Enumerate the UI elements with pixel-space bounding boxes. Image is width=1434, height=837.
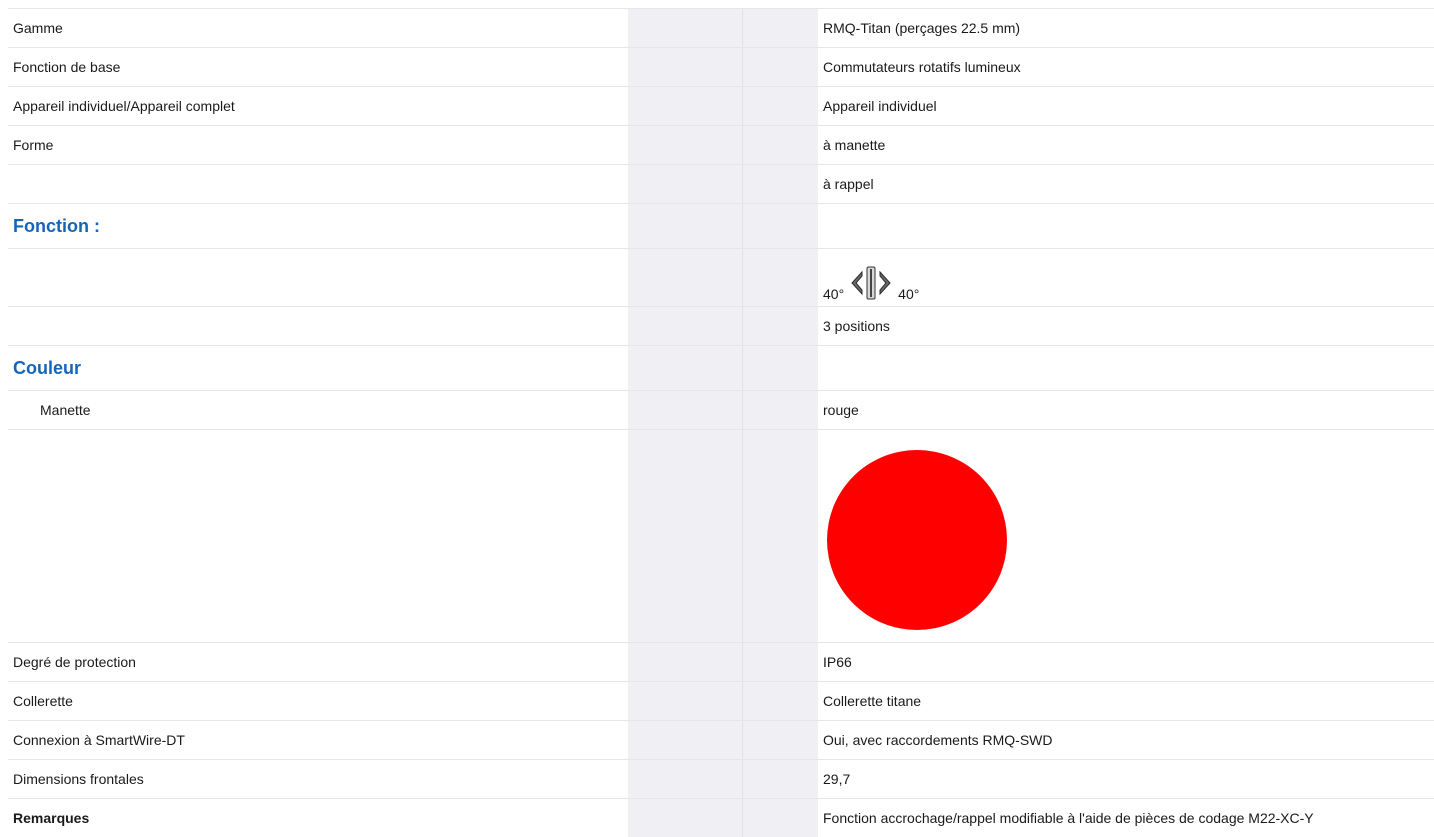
shade-cell (628, 87, 742, 125)
row-label: Appareil individuel/Appareil complet (13, 98, 235, 114)
shade-cell (628, 126, 742, 164)
shade-cell (628, 682, 742, 720)
row-value: 3 positions (823, 318, 890, 334)
shade-cell (628, 643, 742, 681)
row-label: Forme (13, 137, 54, 153)
shade-cell (628, 9, 742, 47)
row-label: Connexion à SmartWire-DT (13, 732, 185, 748)
shade-cell (742, 165, 818, 203)
shade-cell (628, 799, 742, 837)
section-heading: Fonction : (13, 215, 100, 236)
shade-cell (742, 249, 818, 306)
shade-cell (742, 48, 818, 86)
shade-cell (742, 346, 818, 390)
shade-cell (742, 430, 818, 642)
shade-cell (628, 760, 742, 798)
table-row: Connexion à SmartWire-DT Oui, avec racco… (8, 721, 1434, 760)
shade-cell (628, 48, 742, 86)
rotary-switch-return-icon (851, 266, 891, 299)
left-angle: 40° (823, 285, 845, 302)
row-label: Gamme (13, 20, 63, 36)
row-label: Manette (40, 402, 91, 418)
shade-cell (628, 165, 742, 203)
shade-cell (742, 643, 818, 681)
shade-cell (742, 721, 818, 759)
shade-cell (628, 307, 742, 345)
table-row: Remarques Fonction accrochage/rappel mod… (8, 799, 1434, 837)
row-label (8, 307, 628, 345)
row-value (818, 346, 1434, 390)
color-swatch (827, 450, 1007, 630)
shade-cell (628, 391, 742, 429)
section-heading: Couleur (13, 357, 82, 378)
table-row: 40° 40° (8, 249, 1434, 307)
table-row: Degré de protection IP66 (8, 643, 1434, 682)
row-label: Collerette (13, 693, 73, 709)
section-row-couleur: Couleur (8, 346, 1434, 391)
shade-cell (742, 204, 818, 248)
rotation-symbol: 40° 40° (823, 255, 919, 301)
row-value: 29,7 (823, 771, 851, 787)
row-value: à rappel (823, 176, 874, 192)
row-label: Remarques (13, 810, 90, 826)
shade-cell (628, 204, 742, 248)
row-value: Appareil individuel (823, 98, 937, 114)
right-angle: 40° (898, 285, 920, 302)
row-label (8, 249, 628, 306)
section-row-fonction: Fonction : (8, 204, 1434, 249)
shade-cell (742, 307, 818, 345)
table-row: Gamme RMQ-Titan (perçages 22.5 mm) (8, 8, 1434, 48)
spec-table: Gamme RMQ-Titan (perçages 22.5 mm) Fonct… (8, 8, 1434, 837)
shade-cell (742, 126, 818, 164)
row-value (818, 430, 1434, 642)
shade-cell (742, 682, 818, 720)
shade-cell (742, 391, 818, 429)
row-value: à manette (823, 137, 886, 153)
table-row: 3 positions (8, 307, 1434, 346)
shade-cell (628, 249, 742, 306)
shade-cell (628, 346, 742, 390)
row-label (8, 165, 628, 203)
table-row: Appareil individuel/Appareil complet App… (8, 87, 1434, 126)
row-value: Fonction accrochage/rappel modifiable à … (823, 810, 1314, 826)
table-row: Dimensions frontales 29,7 (8, 760, 1434, 799)
table-row (8, 430, 1434, 643)
shade-cell (628, 430, 742, 642)
row-label (8, 430, 628, 642)
shade-cell (742, 9, 818, 47)
row-value (818, 204, 1434, 248)
row-label: Fonction de base (13, 59, 121, 75)
row-value: RMQ-Titan (perçages 22.5 mm) (823, 20, 1021, 36)
row-value: rouge (823, 402, 859, 418)
table-row: Manette rouge (8, 391, 1434, 430)
shade-cell (628, 721, 742, 759)
row-label: Degré de protection (13, 654, 136, 670)
row-label: Dimensions frontales (13, 771, 144, 787)
table-row: Fonction de base Commutateurs rotatifs l… (8, 48, 1434, 87)
row-value: Commutateurs rotatifs lumineux (823, 59, 1021, 75)
table-row: Collerette Collerette titane (8, 682, 1434, 721)
row-value: Collerette titane (823, 693, 922, 709)
shade-cell (742, 87, 818, 125)
table-row: à rappel (8, 165, 1434, 204)
table-row: Forme à manette (8, 126, 1434, 165)
shade-cell (742, 760, 818, 798)
row-value: IP66 (823, 654, 852, 670)
row-value: 40° 40° (818, 249, 1434, 306)
shade-cell (742, 799, 818, 837)
row-value: Oui, avec raccordements RMQ-SWD (823, 732, 1053, 748)
